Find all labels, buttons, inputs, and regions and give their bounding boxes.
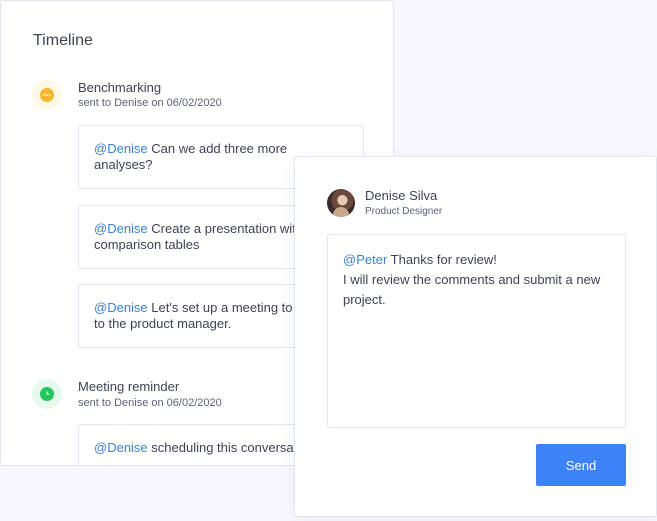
reply-textarea[interactable]: @Peter Thanks for review! I will review … (327, 234, 626, 428)
page: Timeline Benchmarking sent to Denise on … (0, 0, 657, 521)
mention-link[interactable]: @Denise (94, 221, 148, 236)
reply-text: Thanks for review! (387, 252, 497, 267)
event-meta: sent to Denise on 06/02/2020 (78, 97, 222, 109)
send-button[interactable]: Send (536, 444, 626, 486)
reply-card: Denise Silva Product Designer @Peter Tha… (294, 156, 657, 517)
event-meta: sent to Denise on 06/02/2020 (78, 397, 222, 409)
event-title: Meeting reminder (78, 379, 180, 394)
mention-link[interactable]: @Peter (343, 252, 387, 267)
reply-line-2: I will review the comments and submit a … (343, 272, 601, 307)
chat-bubble-icon (32, 80, 62, 110)
clock-icon (32, 379, 62, 409)
avatar (327, 189, 355, 217)
user-name: Denise Silva (365, 188, 438, 203)
timeline-title: Timeline (33, 32, 93, 49)
message-text: scheduling this conversation (147, 440, 315, 455)
mention-link[interactable]: @Denise (94, 141, 148, 156)
reply-line-1: @Peter Thanks for review! (343, 250, 610, 270)
mention-link[interactable]: @Denise (94, 440, 148, 455)
event-title: Benchmarking (78, 80, 162, 95)
user-role: Product Designer (365, 206, 443, 217)
mention-link[interactable]: @Denise (94, 300, 148, 315)
